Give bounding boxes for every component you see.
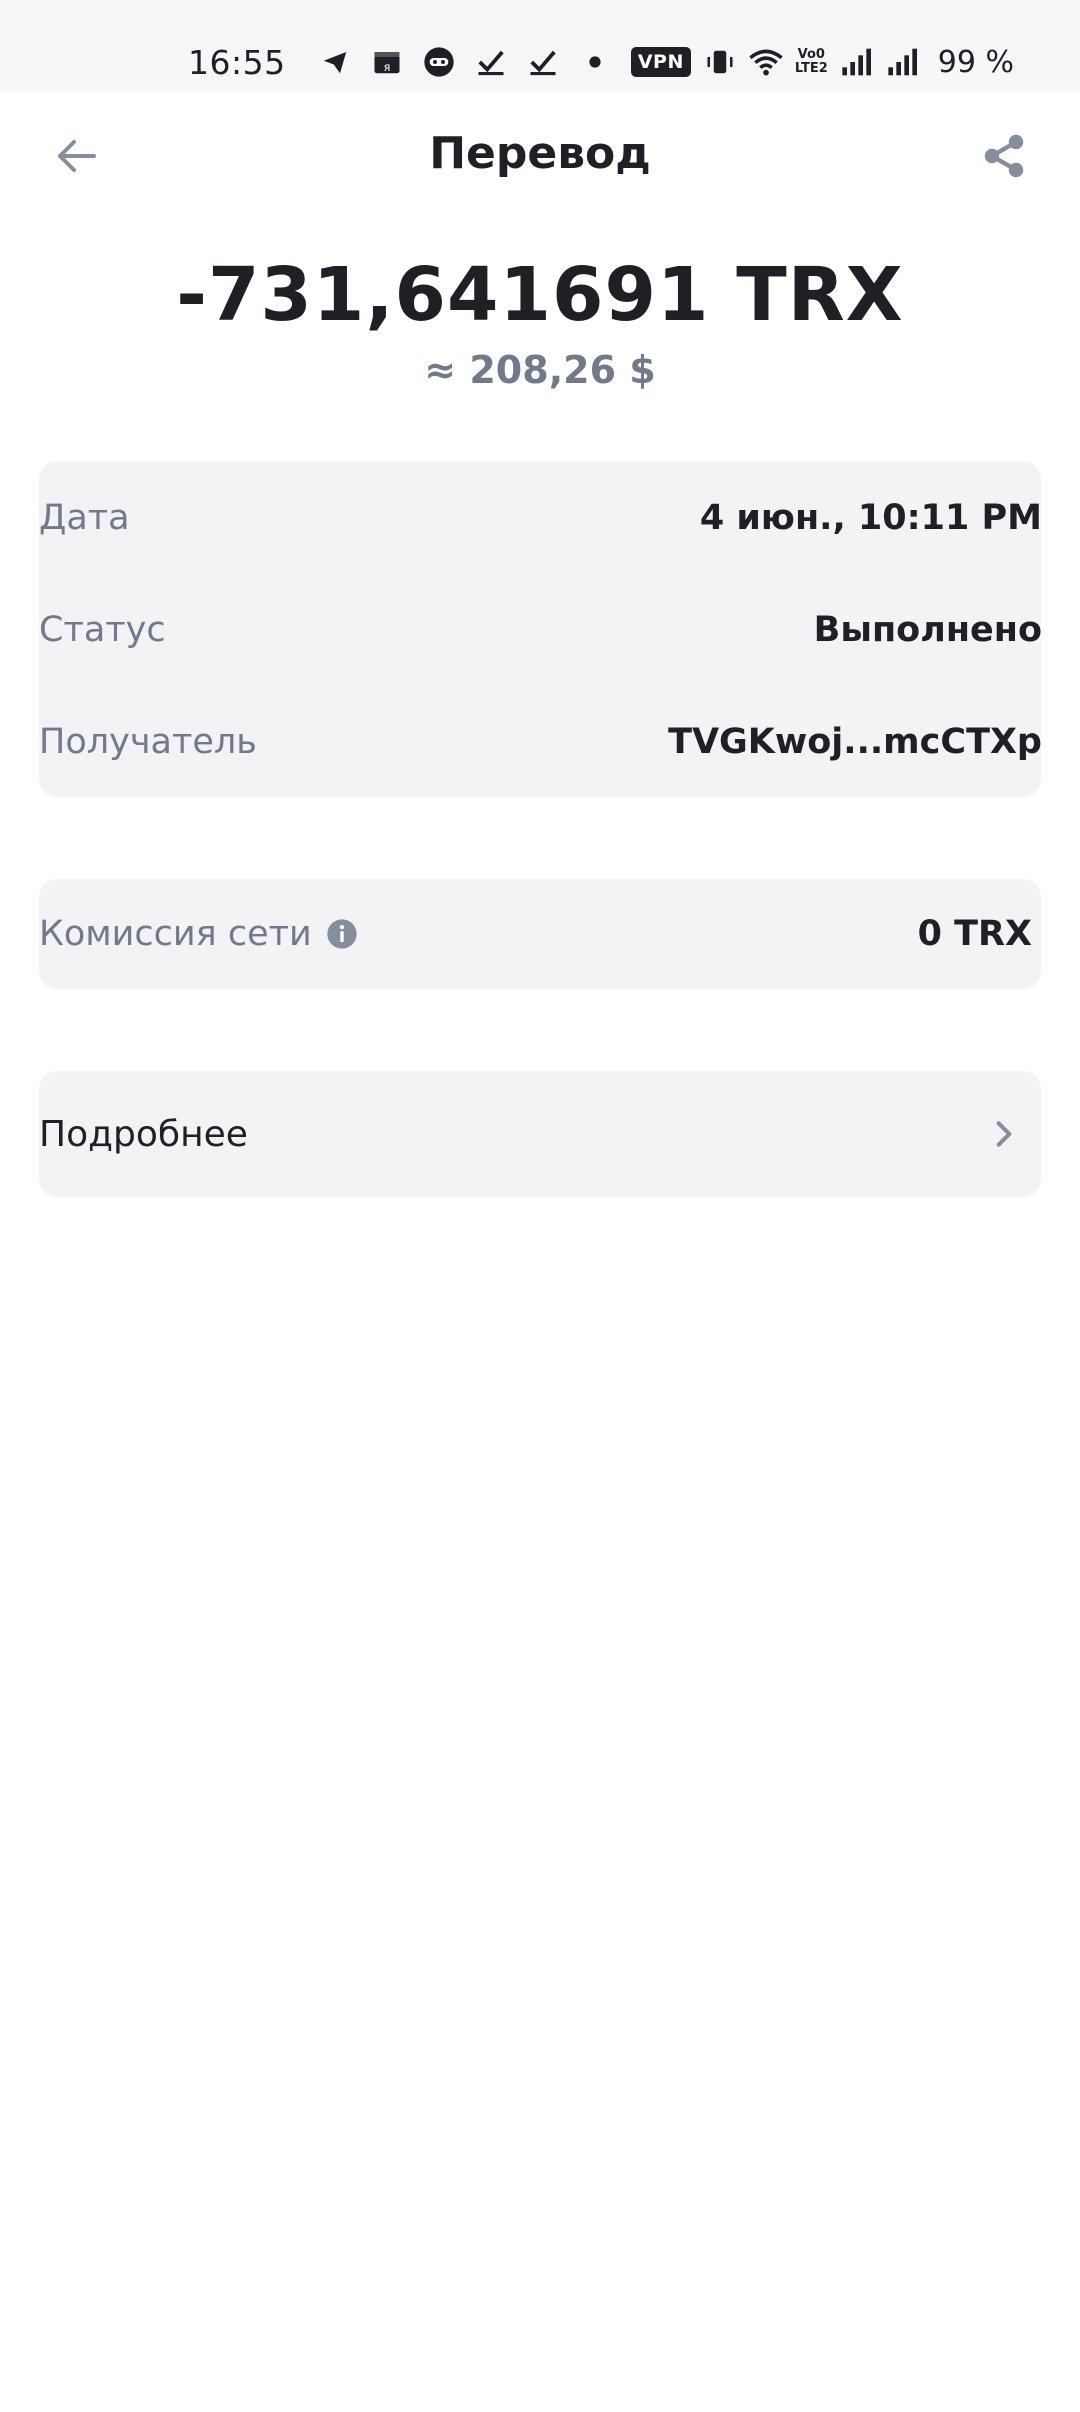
date-row: Дата 4 июн., 10:11 PM xyxy=(39,488,1042,548)
transaction-amount: -731,641691 TRX xyxy=(176,252,904,338)
svg-text:я: я xyxy=(383,61,390,74)
recipient-label: Получатель xyxy=(39,722,257,762)
game-controller-icon xyxy=(422,45,456,79)
lte-badge: Vo0 LTE2 xyxy=(795,48,828,76)
yandex-icon: я xyxy=(370,45,404,79)
telegram-icon xyxy=(318,45,352,79)
status-row: Статус Выполнено xyxy=(39,600,1042,660)
share-button[interactable] xyxy=(968,120,1040,192)
date-value: 4 июн., 10:11 PM xyxy=(699,498,1042,538)
status-right: VPN Vo0 LTE2 99 % xyxy=(630,38,1014,86)
date-label: Дата xyxy=(39,498,130,538)
recipient-row[interactable]: Получатель TVGKwoj...mcCTXp xyxy=(39,712,1042,772)
status-label: Статус xyxy=(39,610,166,650)
wifi-icon xyxy=(749,45,783,79)
network-fee-value: 0 TRX xyxy=(917,914,1032,954)
network-fee-row: Комиссия сети 0 TRX xyxy=(39,904,1032,964)
transaction-fiat-amount: ≈ 208,26 $ xyxy=(424,348,656,392)
network-fee-label-group: Комиссия сети xyxy=(39,914,358,954)
page-title: Перевод xyxy=(429,128,651,179)
status-value: Выполнено xyxy=(813,610,1042,650)
lte-top: Vo0 xyxy=(797,47,825,62)
dot-icon xyxy=(578,45,612,79)
vpn-badge: VPN xyxy=(630,47,691,77)
lte-bottom: LTE2 xyxy=(794,61,828,76)
network-fee-label: Комиссия сети xyxy=(39,914,312,954)
info-icon[interactable] xyxy=(326,918,358,950)
checkmark-icon xyxy=(474,45,508,79)
status-left: 16:55 я xyxy=(188,38,612,86)
battery-level: 99 % xyxy=(937,44,1014,80)
vibrate-icon xyxy=(703,45,737,79)
app-header: Перевод xyxy=(0,92,1080,220)
status-bar: 16:55 я VPN Vo0 LTE2 99 % xyxy=(0,0,1080,92)
more-details-label: Подробнее xyxy=(39,1113,248,1155)
recipient-address[interactable]: TVGKwoj...mcCTXp xyxy=(668,722,1042,762)
chevron-right-icon xyxy=(988,1118,1020,1150)
share-icon xyxy=(984,134,1024,178)
signal-icon xyxy=(886,45,920,79)
checkmark-icon xyxy=(526,45,560,79)
signal-icon xyxy=(840,45,874,79)
status-time: 16:55 xyxy=(188,42,286,82)
more-details-row[interactable]: Подробнее xyxy=(39,1104,1020,1164)
